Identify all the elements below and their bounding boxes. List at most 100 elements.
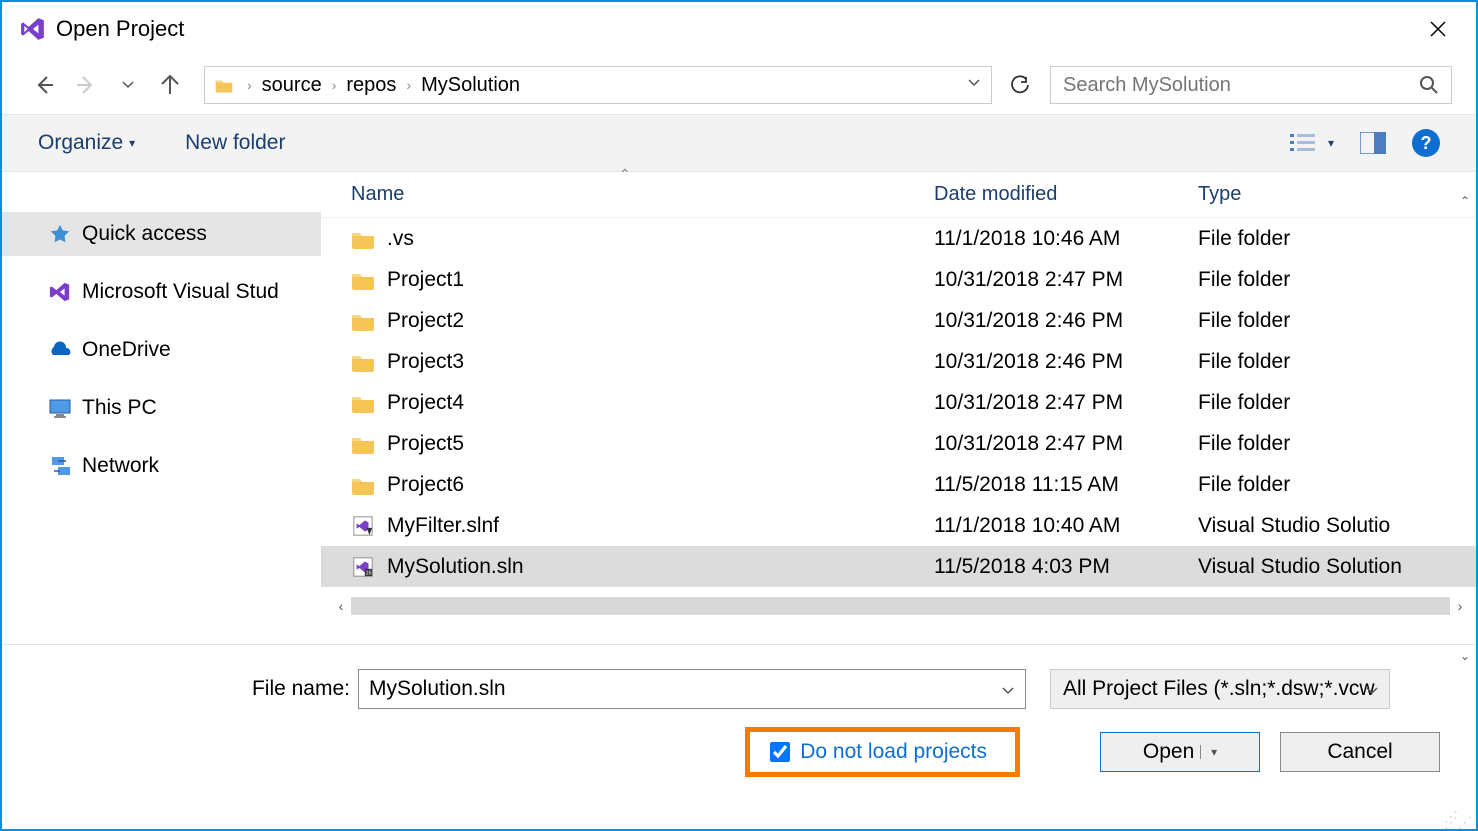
- close-button[interactable]: [1418, 9, 1458, 49]
- file-name: Project5: [387, 432, 464, 456]
- main-content: Quick access Microsoft Visual Stud OneDr…: [2, 172, 1476, 644]
- breadcrumb-dropdown[interactable]: [967, 76, 981, 95]
- file-date: 10/31/2018 2:47 PM: [934, 391, 1198, 415]
- file-name-input-box[interactable]: [358, 669, 1026, 709]
- chevron-right-icon: ›: [402, 77, 415, 93]
- chevron-down-icon: [121, 78, 135, 92]
- file-type: Visual Studio Solution: [1198, 555, 1476, 579]
- vertical-scrollbar[interactable]: ⌃ ⌄: [1456, 190, 1474, 667]
- file-date: 10/31/2018 2:47 PM: [934, 432, 1198, 456]
- file-name: MySolution.sln: [387, 555, 524, 579]
- column-date[interactable]: Date modified: [934, 183, 1198, 206]
- forward-button[interactable]: [68, 67, 104, 103]
- help-button[interactable]: ?: [1412, 129, 1440, 157]
- file-row[interactable]: Project611/5/2018 11:15 AMFile folder: [321, 464, 1476, 505]
- chevron-right-icon: ›: [243, 77, 256, 93]
- sidebar: Quick access Microsoft Visual Stud OneDr…: [2, 172, 321, 644]
- nav-bar: › source › repos › MySolution: [2, 56, 1476, 114]
- file-type-select[interactable]: All Project Files (*.sln;*.dsw;*.vcw: [1050, 669, 1390, 709]
- arrow-left-icon: [32, 73, 56, 97]
- chevron-right-icon: ›: [328, 77, 341, 93]
- file-date: 11/1/2018 10:40 AM: [934, 514, 1198, 538]
- quick-access-icon: [48, 223, 72, 245]
- pc-icon: [48, 397, 72, 419]
- file-name-input[interactable]: [369, 670, 983, 708]
- sort-indicator-icon: ⌃: [619, 166, 631, 183]
- sidebar-item-vs[interactable]: Microsoft Visual Stud: [2, 270, 321, 314]
- vs-icon: [48, 281, 72, 303]
- search-input[interactable]: [1063, 74, 1419, 97]
- organize-button[interactable]: Organize ▾: [38, 131, 135, 155]
- file-type: File folder: [1198, 391, 1476, 415]
- onedrive-icon: [48, 339, 72, 361]
- file-date: 10/31/2018 2:46 PM: [934, 350, 1198, 374]
- breadcrumb-item-1[interactable]: repos: [340, 74, 402, 97]
- file-row[interactable]: Project310/31/2018 2:46 PMFile folder: [321, 341, 1476, 382]
- file-name: .vs: [387, 227, 414, 251]
- file-date: 11/5/2018 4:03 PM: [934, 555, 1198, 579]
- sidebar-item-network[interactable]: Network: [2, 444, 321, 488]
- file-name-label: File name:: [230, 677, 350, 701]
- resize-grip-icon[interactable]: ⋰⋰⋰: [1444, 813, 1472, 825]
- do-not-load-checkbox[interactable]: [770, 742, 790, 762]
- search-icon: [1419, 75, 1439, 95]
- file-type: File folder: [1198, 227, 1476, 251]
- column-name[interactable]: Name: [351, 183, 934, 206]
- new-folder-button[interactable]: New folder: [185, 131, 285, 155]
- refresh-button[interactable]: [1002, 67, 1038, 103]
- open-button[interactable]: Open ▾: [1100, 732, 1260, 772]
- view-list-icon: [1290, 131, 1322, 155]
- help-icon: ?: [1421, 133, 1432, 154]
- file-row[interactable]: Project210/31/2018 2:46 PMFile folder: [321, 300, 1476, 341]
- file-name: MyFilter.slnf: [387, 514, 499, 538]
- sidebar-item-quick-access[interactable]: Quick access: [2, 212, 321, 256]
- folder-icon: [215, 77, 233, 93]
- file-date: 11/1/2018 10:46 AM: [934, 227, 1198, 251]
- bottom-panel: File name: All Project Files (*.sln;*.ds…: [2, 644, 1476, 789]
- arrow-up-icon: [158, 73, 182, 97]
- file-name: Project3: [387, 350, 464, 374]
- breadcrumb-item-2[interactable]: MySolution: [415, 74, 526, 97]
- scroll-up-icon[interactable]: ⌃: [1460, 190, 1470, 212]
- close-icon: [1428, 19, 1448, 39]
- scroll-down-icon[interactable]: ⌄: [1460, 645, 1470, 667]
- file-row[interactable]: Project5 10/31/2018 2:47 PMFile folder: [321, 423, 1476, 464]
- sidebar-item-this-pc[interactable]: This PC: [2, 386, 321, 430]
- file-type: File folder: [1198, 432, 1476, 456]
- up-button[interactable]: [152, 67, 188, 103]
- horizontal-scrollbar[interactable]: ‹ ›: [331, 595, 1470, 617]
- file-list: ⌃ Name Date modified Type .vs 11/1/2018 1…: [321, 172, 1476, 644]
- file-type-dropdown[interactable]: [1365, 680, 1379, 704]
- recent-dropdown[interactable]: [110, 67, 146, 103]
- network-icon: [48, 455, 72, 477]
- chevron-down-icon: [1001, 684, 1015, 698]
- chevron-down-icon: [1365, 684, 1379, 698]
- chevron-down-icon: [967, 76, 981, 90]
- breadcrumb-item-0[interactable]: source: [256, 74, 328, 97]
- file-type: File folder: [1198, 309, 1476, 333]
- do-not-load-label[interactable]: Do not load projects: [800, 740, 987, 764]
- file-name: Project1: [387, 268, 464, 292]
- file-row[interactable]: Project410/31/2018 2:47 PMFile folder: [321, 382, 1476, 423]
- file-name-dropdown[interactable]: [1001, 680, 1015, 704]
- file-row[interactable]: MyFilter.slnf 11/1/2018 10:40 AMVisual St…: [321, 505, 1476, 546]
- preview-pane-button[interactable]: [1360, 132, 1386, 154]
- breadcrumb[interactable]: › source › repos › MySolution: [204, 66, 992, 104]
- file-row[interactable]: 16MySolution.sln11/5/2018 4:03 PMVisual …: [321, 546, 1476, 587]
- window-title: Open Project: [56, 16, 184, 42]
- back-button[interactable]: [26, 67, 62, 103]
- file-row[interactable]: Project110/31/2018 2:47 PMFile folder: [321, 259, 1476, 300]
- cancel-button[interactable]: Cancel: [1280, 732, 1440, 772]
- view-mode-button[interactable]: ▾: [1290, 131, 1334, 155]
- toolbar: Organize ▾ New folder ▾ ?: [2, 114, 1476, 172]
- file-date: 10/31/2018 2:46 PM: [934, 309, 1198, 333]
- arrow-right-icon: [74, 73, 98, 97]
- file-name: Project6: [387, 473, 464, 497]
- file-type: Visual Studio Solutio: [1198, 514, 1476, 538]
- sidebar-item-onedrive[interactable]: OneDrive: [2, 328, 321, 372]
- scroll-left-icon[interactable]: ‹: [331, 598, 351, 614]
- search-box[interactable]: [1050, 66, 1452, 104]
- column-type[interactable]: Type: [1198, 183, 1476, 206]
- file-row[interactable]: .vs 11/1/2018 10:46 AMFile folder: [321, 218, 1476, 259]
- vs-logo-icon: [20, 16, 46, 42]
